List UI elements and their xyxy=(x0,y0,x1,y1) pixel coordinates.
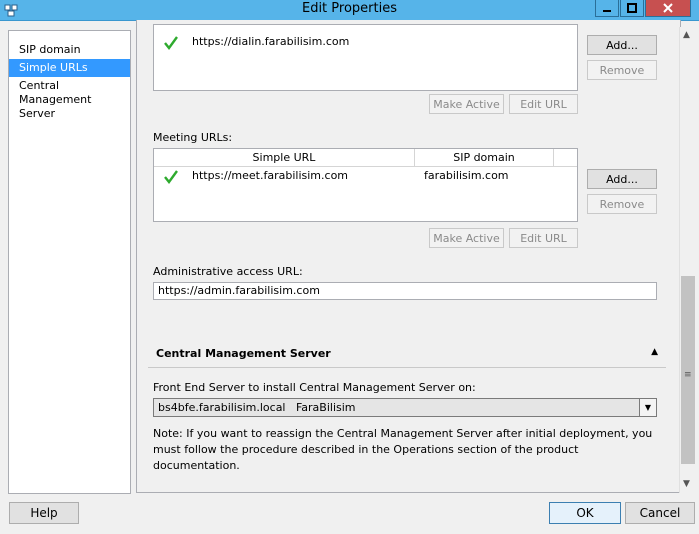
dialin-edit-url-button[interactable]: Edit URL xyxy=(509,94,578,114)
dialin-add-button[interactable]: Add... xyxy=(587,35,657,55)
dialin-make-active-button[interactable]: Make Active xyxy=(429,94,504,114)
meeting-remove-button[interactable]: Remove xyxy=(587,194,657,214)
meeting-url-list[interactable]: Simple URL SIP domain https://meet.farab… xyxy=(153,148,578,222)
column-header-sip-domain[interactable]: SIP domain xyxy=(415,149,554,166)
help-button[interactable]: Help xyxy=(9,502,79,524)
column-header-spacer xyxy=(554,149,576,166)
scroll-down-icon[interactable]: ▼ xyxy=(683,479,690,489)
maximize-button[interactable] xyxy=(620,0,644,17)
dropdown-icon[interactable]: ▼ xyxy=(639,399,656,416)
nav-item-sip-domain[interactable]: SIP domain xyxy=(9,41,130,59)
nav-list: SIP domain Simple URLs Central Managemen… xyxy=(8,30,131,494)
section-divider xyxy=(148,367,666,368)
scroll-up-icon[interactable]: ▲ xyxy=(683,30,690,40)
dialin-url-list[interactable]: https://dialin.farabilisim.com xyxy=(153,24,578,91)
meeting-edit-url-button[interactable]: Edit URL xyxy=(509,228,578,248)
front-end-server-value: bs4bfe.farabilisim.local FaraBilisim xyxy=(158,401,356,414)
admin-url-input[interactable] xyxy=(153,282,657,300)
collapse-icon[interactable]: ▲ xyxy=(651,347,658,357)
checkmark-icon xyxy=(164,170,178,184)
ok-button[interactable]: OK xyxy=(549,502,621,524)
meeting-urls-label: Meeting URLs: xyxy=(153,131,233,144)
close-icon xyxy=(663,3,673,13)
close-button[interactable] xyxy=(645,0,691,17)
nav-item-central-management-server[interactable]: Central Management Server xyxy=(9,77,130,123)
meeting-url: https://meet.farabilisim.com xyxy=(192,169,349,182)
cancel-button[interactable]: Cancel xyxy=(625,502,695,524)
maximize-icon xyxy=(627,3,637,13)
cms-section-header[interactable]: Central Management Server ▲ xyxy=(151,345,666,365)
grip-icon: ≡ xyxy=(684,370,692,380)
title-bar: Edit Properties xyxy=(0,0,699,21)
cms-section-title: Central Management Server xyxy=(156,347,331,360)
minimize-button[interactable] xyxy=(595,0,619,17)
front-end-server-select[interactable]: bs4bfe.farabilisim.local FaraBilisim ▼ xyxy=(153,398,657,417)
column-header-simple-url[interactable]: Simple URL xyxy=(154,149,415,166)
checkmark-icon xyxy=(164,36,178,50)
list-item[interactable]: https://dialin.farabilisim.com xyxy=(154,33,577,53)
meeting-sip-domain: farabilisim.com xyxy=(424,169,509,182)
meeting-make-active-button[interactable]: Make Active xyxy=(429,228,504,248)
dialin-url: https://dialin.farabilisim.com xyxy=(192,35,350,48)
dialin-remove-button[interactable]: Remove xyxy=(587,60,657,80)
main-scrollbar[interactable]: ▲ ≡ ▼ xyxy=(679,27,696,493)
admin-url-label: Administrative access URL: xyxy=(153,265,303,278)
meeting-add-button[interactable]: Add... xyxy=(587,169,657,189)
cms-note-text: Note: If you want to reassign the Centra… xyxy=(153,427,653,472)
front-end-server-label: Front End Server to install Central Mana… xyxy=(153,381,476,394)
table-row[interactable]: https://meet.farabilisim.com farabilisim… xyxy=(154,167,577,187)
nav-item-simple-urls[interactable]: Simple URLs xyxy=(9,59,130,77)
minimize-icon xyxy=(603,10,611,12)
